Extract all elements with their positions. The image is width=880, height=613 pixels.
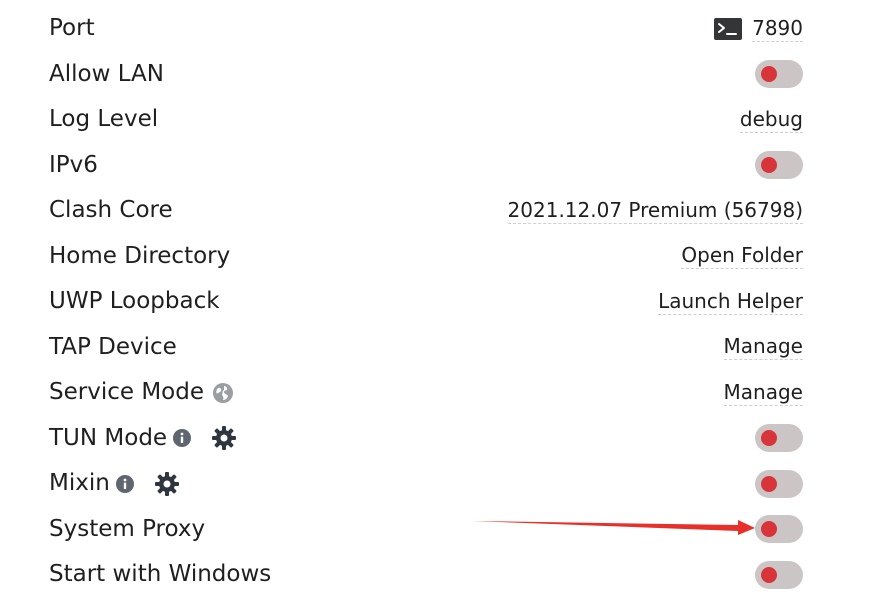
setting-row-port: Port 7890 <box>0 6 880 52</box>
toggle-knob <box>761 475 777 492</box>
setting-label-allow-lan: Allow LAN <box>49 60 164 87</box>
setting-label-clash-core: Clash Core <box>49 197 173 224</box>
setting-label-group: UWP Loopback <box>49 290 220 313</box>
info-icon[interactable] <box>115 474 134 493</box>
mixin-toggle[interactable] <box>755 469 803 498</box>
toggle-knob <box>761 521 777 538</box>
setting-label-tap-device: TAP Device <box>49 333 177 360</box>
setting-label-group: Home Directory <box>49 242 231 269</box>
terminal-icon[interactable] <box>714 17 743 40</box>
setting-label-group: Service Mode <box>49 381 234 404</box>
setting-label-group: TUN Mode <box>49 425 237 451</box>
ipv6-toggle[interactable] <box>755 151 803 180</box>
setting-label-mixin: Mixin <box>49 470 110 497</box>
setting-row-mixin: Mixin <box>0 461 880 507</box>
settings-list: Port 7890 Allow LAN Log Level debug IPv6… <box>0 6 880 598</box>
toggle-knob <box>761 566 777 583</box>
setting-label-home-directory: Home Directory <box>49 242 231 269</box>
setting-row-tun-mode: TUN Mode <box>0 416 880 462</box>
globe-icon <box>212 382 234 404</box>
setting-row-start-with-windows: Start with Windows <box>0 552 880 598</box>
setting-label-service-mode: Service Mode <box>49 379 204 406</box>
setting-label-group: Clash Core <box>49 199 173 222</box>
setting-label-ipv6: IPv6 <box>49 151 98 178</box>
info-icon[interactable] <box>173 429 192 448</box>
setting-label-group: System Proxy <box>49 515 206 542</box>
setting-row-service-mode: Service Mode Manage <box>0 370 880 416</box>
launch-helper-link[interactable]: Launch Helper <box>658 289 803 315</box>
setting-label-tun-mode: TUN Mode <box>49 424 168 451</box>
clash-core-version-link[interactable]: 2021.12.07 Premium (56798) <box>507 198 803 224</box>
toggle-knob <box>761 430 777 447</box>
setting-label-group: Mixin <box>49 471 180 497</box>
setting-label-uwp-loopback: UWP Loopback <box>49 288 220 315</box>
tun-mode-toggle[interactable] <box>755 424 803 453</box>
allow-lan-toggle[interactable] <box>755 60 803 89</box>
setting-row-system-proxy: System Proxy <box>0 507 880 553</box>
gear-icon[interactable] <box>154 471 180 497</box>
setting-label-group: Allow LAN <box>49 60 164 87</box>
setting-row-log-level: Log Level debug <box>0 97 880 143</box>
setting-label-port: Port <box>49 15 95 42</box>
setting-label-group: Log Level <box>49 108 158 131</box>
open-folder-link[interactable]: Open Folder <box>681 243 803 270</box>
start-with-windows-toggle[interactable] <box>755 560 803 589</box>
setting-row-allow-lan: Allow LAN <box>0 52 880 98</box>
setting-label-group: TAP Device <box>49 333 177 360</box>
setting-row-tap-device: TAP Device Manage <box>0 325 880 371</box>
setting-label-group: Port <box>49 17 95 40</box>
system-proxy-toggle[interactable] <box>755 515 803 544</box>
tap-device-manage-link[interactable]: Manage <box>723 334 803 361</box>
setting-label-group: Start with Windows <box>49 563 271 586</box>
port-value[interactable]: 7890 <box>752 16 803 42</box>
setting-label-group: IPv6 <box>49 151 98 178</box>
log-level-select[interactable]: debug <box>739 107 803 133</box>
toggle-knob <box>761 66 777 83</box>
service-mode-manage-link[interactable]: Manage <box>723 380 803 406</box>
setting-label-log-level: Log Level <box>49 106 159 133</box>
gear-icon[interactable] <box>211 425 237 451</box>
setting-row-clash-core: Clash Core 2021.12.07 Premium (56798) <box>0 188 880 234</box>
setting-row-uwp-loopback: UWP Loopback Launch Helper <box>0 279 880 325</box>
setting-label-system-proxy: System Proxy <box>49 515 206 542</box>
toggle-knob <box>761 157 777 174</box>
setting-label-start-with-windows: Start with Windows <box>49 561 272 588</box>
setting-row-ipv6: IPv6 <box>0 143 880 189</box>
setting-row-home-directory: Home Directory Open Folder <box>0 234 880 280</box>
setting-value-group: 7890 <box>714 16 803 42</box>
